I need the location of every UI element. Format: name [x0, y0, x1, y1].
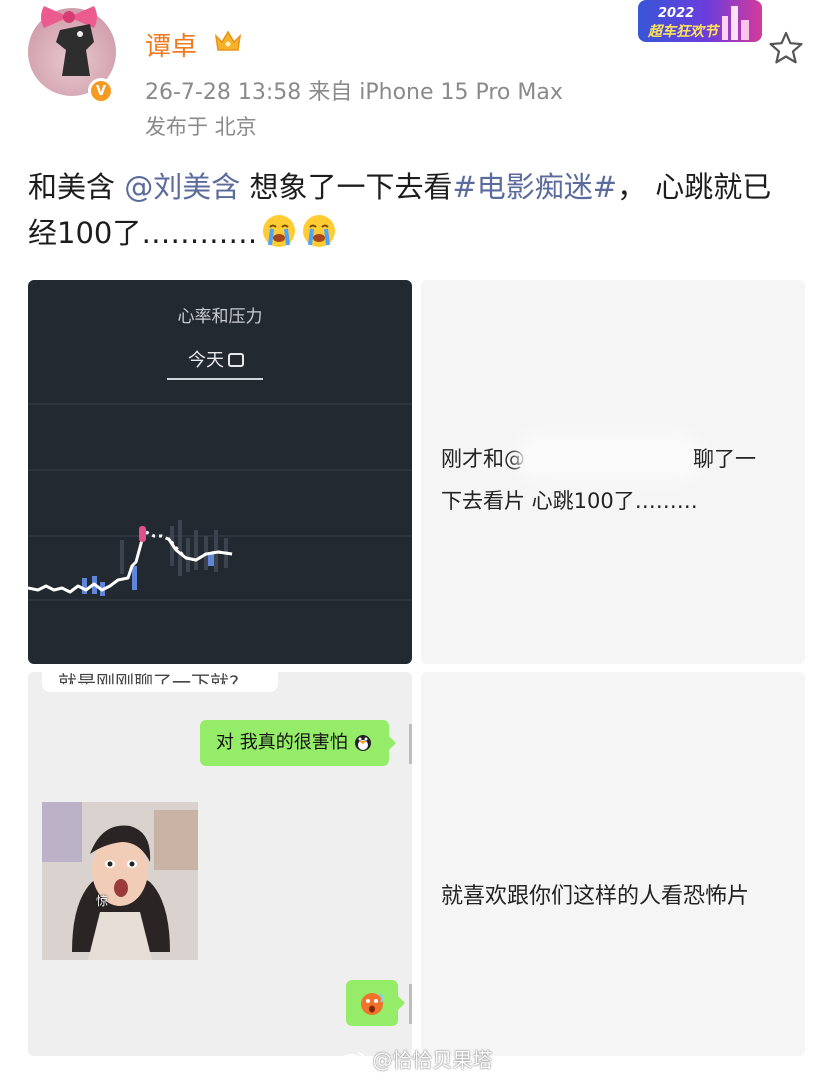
- note2-text: 就喜欢跟你们这样的人看恐怖片: [441, 884, 750, 909]
- mention-link[interactable]: @刘美含: [124, 170, 240, 204]
- tab-underline: [167, 378, 263, 380]
- image-chat[interactable]: 就是刚刚聊了一下就? 对 我真的很害怕 惊: [28, 672, 412, 1056]
- calendar-icon: [228, 353, 244, 367]
- topic-link[interactable]: #电影痴迷#: [452, 170, 617, 204]
- tab-today-label: 今天: [188, 350, 224, 371]
- sticker-image: 惊: [42, 802, 198, 960]
- post-location: 发布于 北京: [145, 115, 257, 139]
- note1-line2: 下去看片 心跳100了………: [441, 489, 698, 513]
- sticker-caption: 惊: [96, 894, 109, 908]
- monster-figure-icon: [56, 24, 94, 76]
- image-heart-rate[interactable]: 心率和压力 今天: [28, 280, 412, 664]
- screen-edge: [409, 724, 412, 764]
- scared-emoji-icon: [361, 993, 384, 1015]
- tab-today: 今天: [168, 346, 264, 372]
- city-tower-icon: [722, 6, 749, 40]
- weibo-logo-icon: [340, 1052, 365, 1070]
- crying-emoji-icon: [303, 215, 336, 247]
- image-note-2[interactable]: 就喜欢跟你们这样的人看恐怖片: [421, 672, 805, 1056]
- watermark-text: @恰恰贝果塔: [372, 1048, 493, 1072]
- badge-text: 超车狂欢节: [648, 24, 718, 40]
- star-icon[interactable]: [768, 30, 804, 66]
- verified-icon: V: [88, 78, 114, 104]
- badge-year: 2022: [658, 6, 695, 21]
- post-text-start: 和美含: [28, 170, 125, 204]
- heart-rate-title: 心率和压力: [177, 307, 263, 327]
- surprised-woman-figure: [42, 802, 198, 960]
- username[interactable]: 谭卓: [145, 26, 197, 63]
- penguin-emoji-icon: [355, 735, 372, 751]
- blurred-mention: [525, 440, 693, 474]
- screen-edge: [409, 984, 412, 1024]
- heart-rate-chart: [28, 403, 412, 601]
- chat-bubble-emoji: [346, 980, 405, 1026]
- crown-icon: [214, 30, 242, 51]
- post-meta: 26-7-28 13:58 来自 iPhone 15 Pro Max: [145, 80, 563, 105]
- chat-bubble-reply: 对 我真的很害怕: [200, 720, 397, 766]
- note1-line1-prefix: 刚才和@: [441, 447, 525, 471]
- note1-line1-suffix: 聊了一: [693, 447, 756, 471]
- watermark: @恰恰贝果塔: [340, 1044, 492, 1073]
- post-text-mid: 想象了一下去看: [240, 170, 453, 204]
- event-badge[interactable]: 2022 超车狂欢节: [638, 0, 762, 42]
- image-note-1[interactable]: 刚才和@ 聊了一 下去看片 心跳100了………: [421, 280, 805, 664]
- post-text: 和美含 @刘美含 想象了一下去看#电影痴迷#， 心跳就已经100了…………: [28, 164, 798, 256]
- crying-emoji-icon: [263, 215, 296, 247]
- note1-text: 刚才和@ 聊了一 下去看片 心跳100了………: [441, 438, 791, 522]
- chat-reply-text: 对 我真的很害怕: [216, 732, 348, 753]
